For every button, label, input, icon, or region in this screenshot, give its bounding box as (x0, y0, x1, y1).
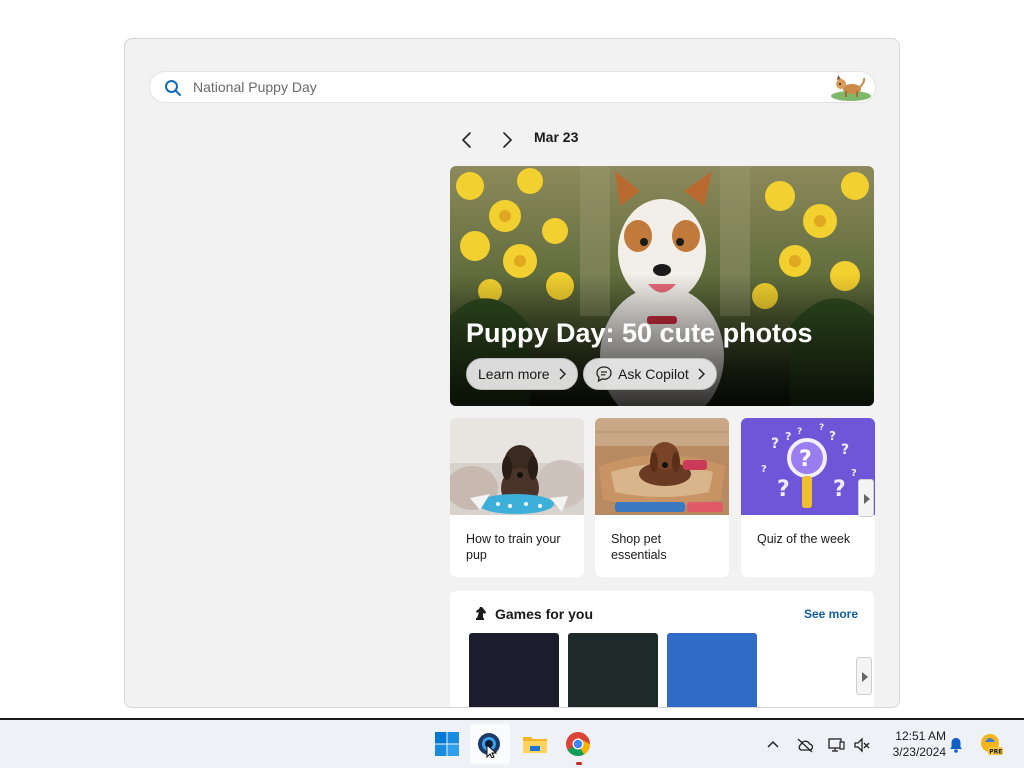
svg-text:?: ? (833, 477, 846, 502)
svg-text:?: ? (777, 477, 790, 502)
card-train-pup[interactable]: How to train your pup (450, 418, 584, 577)
next-day-chevron-icon[interactable] (495, 128, 519, 152)
search-icon (165, 80, 181, 96)
search-bar[interactable] (149, 71, 876, 103)
network-icon[interactable] (827, 736, 845, 754)
clock[interactable]: 12:51 AM 3/23/2024 (880, 728, 946, 760)
widgets-app-icon[interactable] (475, 730, 503, 758)
previous-day-chevron-icon[interactable] (455, 128, 479, 152)
svg-text:?: ? (797, 427, 802, 437)
svg-text:?: ? (799, 447, 812, 472)
card-label: How to train your pup (466, 532, 561, 562)
learn-more-button[interactable]: Learn more (466, 358, 578, 390)
games-title: Games for you (495, 606, 594, 622)
games-section: Games for you See more (450, 591, 874, 707)
svg-text:?: ? (829, 429, 836, 443)
card-shop-pet[interactable]: Shop pet essentials (595, 418, 729, 577)
game-tile[interactable] (568, 633, 658, 707)
game-tile[interactable] (469, 633, 559, 707)
file-explorer-icon[interactable] (521, 730, 549, 758)
chevron-right-icon (559, 368, 566, 380)
clock-date: 3/23/2024 (892, 745, 946, 759)
svg-text:?: ? (771, 436, 779, 452)
chrome-icon[interactable] (564, 730, 592, 758)
notification-bell-icon[interactable] (947, 736, 965, 754)
hero-card[interactable]: Puppy Day: 50 cute photos Learn more Ask… (450, 166, 874, 406)
games-scroll-right-button[interactable] (856, 657, 872, 695)
game-tile[interactable] (667, 633, 757, 707)
play-arrow-icon (864, 494, 870, 504)
learn-more-label: Learn more (478, 366, 550, 382)
cards-scroll-right-button[interactable] (858, 479, 874, 517)
windows-start-icon[interactable] (433, 730, 461, 758)
card-label: Quiz of the week (757, 532, 851, 546)
see-more-link[interactable]: See more (804, 607, 858, 621)
volume-muted-icon[interactable] (853, 736, 871, 754)
svg-text:?: ? (851, 468, 857, 479)
date-label: Mar 23 (534, 129, 579, 145)
taskbar: 12:51 AM 3/23/2024 PRE (0, 720, 1024, 768)
svg-text:?: ? (785, 430, 791, 443)
copilot-pre-icon[interactable]: PRE (979, 732, 1003, 756)
svg-text:?: ? (819, 423, 824, 433)
puppy-doodle-thumbnail[interactable] (827, 72, 873, 102)
running-indicator (576, 762, 582, 765)
widgets-panel: Mar 23 (124, 38, 900, 708)
chevron-right-icon (698, 368, 705, 380)
chat-bubble-icon (596, 366, 612, 383)
dog-in-bed-photo (595, 418, 729, 515)
play-arrow-icon (862, 672, 868, 682)
ask-copilot-button[interactable]: Ask Copilot (583, 358, 717, 390)
quiz-magnifier-illustration: ?? ?? ?? ?? ?? ? (741, 418, 875, 515)
clock-time: 12:51 AM (895, 729, 946, 743)
hero-title[interactable]: Puppy Day: 50 cute photos (466, 318, 813, 349)
svg-text:?: ? (841, 442, 849, 458)
svg-text:?: ? (761, 464, 767, 475)
dachshund-toys-photo (450, 418, 584, 515)
chevron-up-icon[interactable] (764, 736, 782, 754)
card-quiz-week[interactable]: ?? ?? ?? ?? ?? ? Quiz of the week (741, 418, 875, 577)
ask-copilot-label: Ask Copilot (618, 366, 689, 382)
cloud-offline-icon[interactable] (796, 736, 814, 754)
card-label: Shop pet essentials (611, 532, 667, 562)
search-input[interactable] (193, 72, 793, 102)
chess-knight-icon (476, 607, 486, 620)
svg-text:PRE: PRE (989, 749, 1002, 756)
